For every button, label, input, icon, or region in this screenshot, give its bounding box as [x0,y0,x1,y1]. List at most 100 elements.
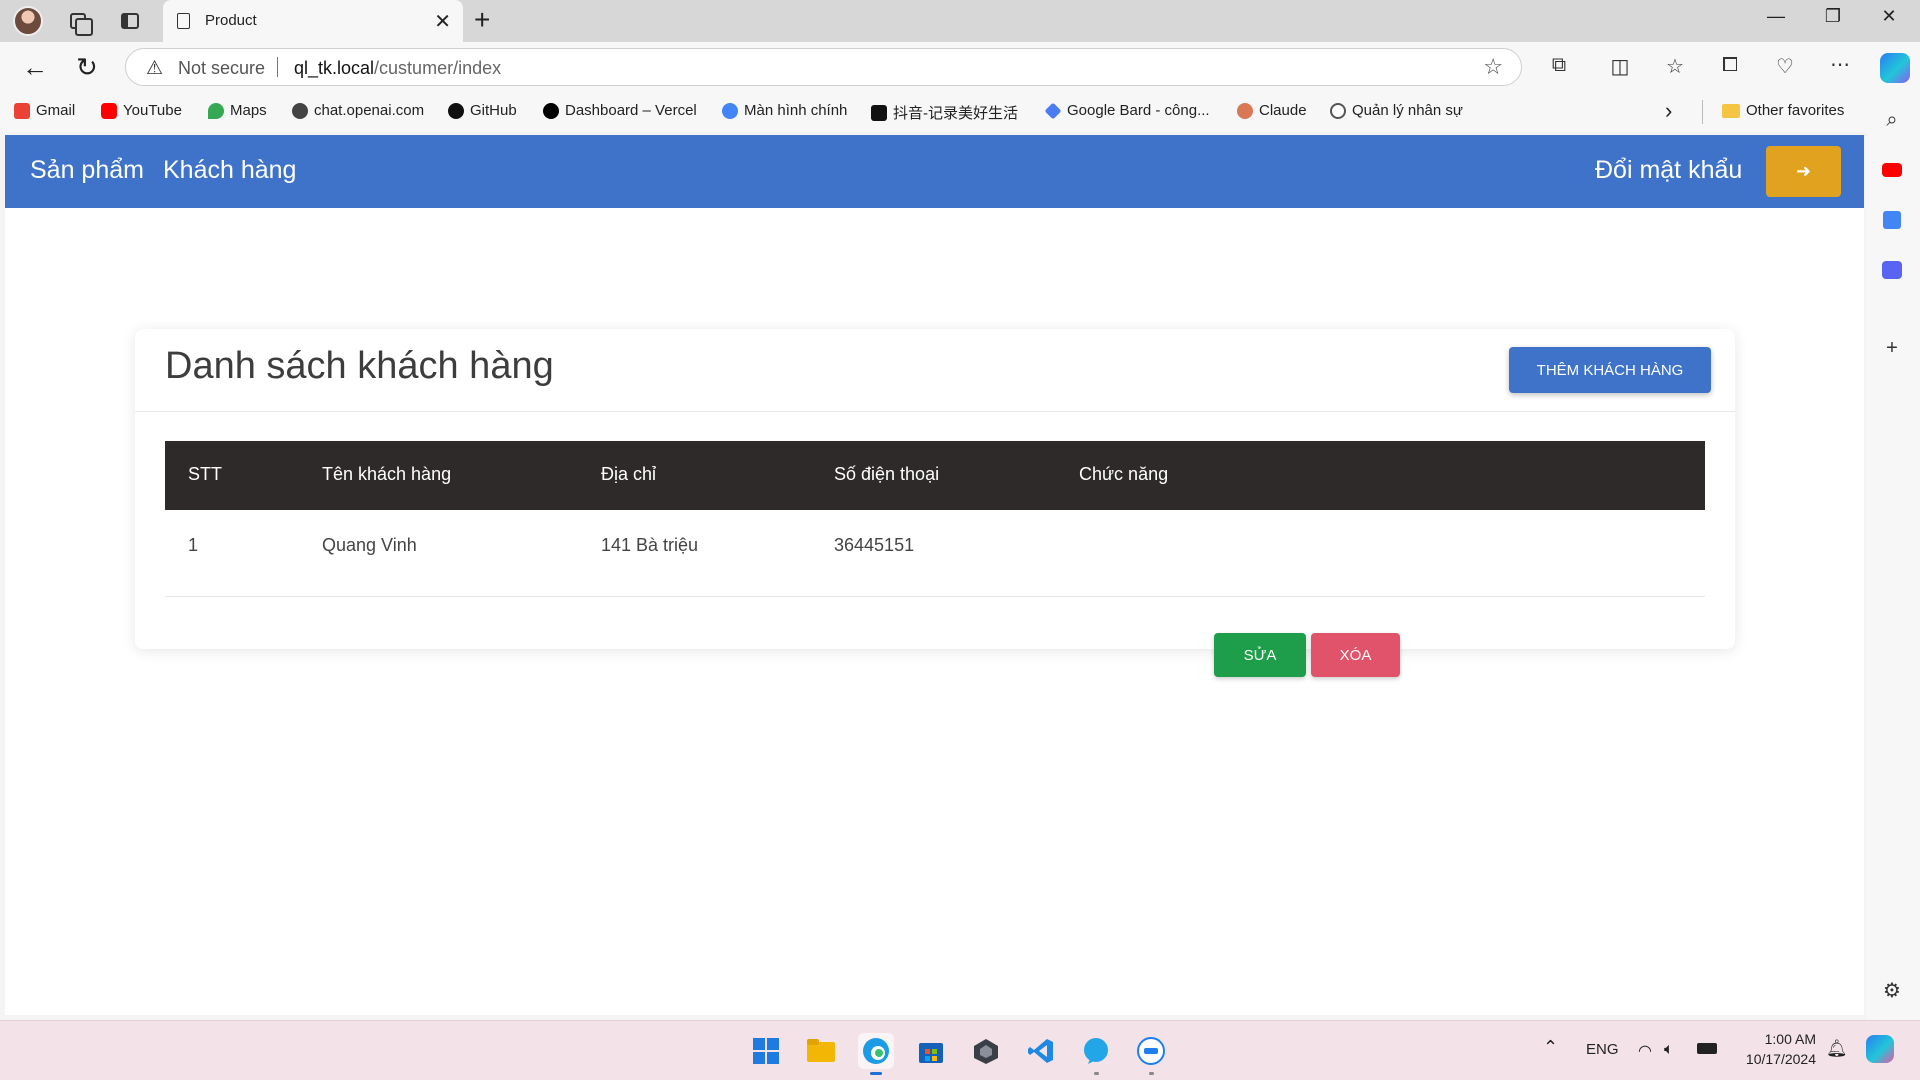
browser-essentials-icon[interactable]: ♡ [1771,54,1799,79]
bookmark-gmail[interactable]: Gmail [14,102,75,119]
youtube-sidebar-icon[interactable] [1880,158,1904,182]
cell-stt: 1 [188,535,199,555]
notification-bell-icon[interactable]: 🔔︎ [1826,1039,1848,1059]
bookmark-github[interactable]: GitHub [448,102,517,119]
file-explorer-icon[interactable] [803,1033,839,1069]
folder-icon [1722,103,1740,118]
tiktok-icon [871,104,887,121]
tab-close-icon[interactable]: ✕ [434,9,451,34]
nav-change-password[interactable]: Đổi mật khẩu [1595,156,1742,185]
bookmark-claude[interactable]: Claude [1237,102,1307,119]
chevron-up-icon[interactable]: ⌃ [1543,1037,1558,1058]
openai-icon [292,102,308,119]
running-indicator [1094,1072,1099,1075]
edit-button[interactable]: SỬA [1214,633,1306,677]
address-bar[interactable]: ⚠ Not secure ql_tk.local/custumer/index … [125,48,1522,86]
bookmarks-bar: Gmail YouTube Maps chat.openai.com GitHu… [0,92,1920,132]
logout-icon: ➜ [1795,161,1812,181]
google-icon [722,102,738,119]
bookmark-maps[interactable]: Maps [208,102,267,119]
bookmark-google[interactable]: Màn hình chính [722,102,847,119]
zalo-icon[interactable] [1133,1033,1169,1075]
cell-address: 141 Bà triệu [601,535,699,555]
cell-phone: 36445151 [834,535,915,555]
logout-button[interactable]: ➜ [1766,146,1841,197]
maps-icon [208,102,224,119]
volume-icon[interactable]: 🔈︎ [1664,1041,1674,1059]
collections-icon[interactable]: ⧠ [1716,54,1744,77]
bookmark-hr-app[interactable]: Quản lý nhân sự [1330,102,1463,119]
search-icon[interactable]: ⌕ [1880,108,1904,132]
discord-icon[interactable] [1880,258,1904,282]
split-screen-icon[interactable]: ◫ [1606,54,1634,79]
vscode-icon[interactable] [1023,1033,1059,1069]
delete-button[interactable]: XÓA [1311,633,1400,677]
close-window-button[interactable]: ✕ [1866,6,1912,27]
table-row: 1 Quang Vinh 141 Bà triệu 36445151 [165,510,1705,597]
edge-sidebar: ⌕ + ⚙ [1866,92,1920,1020]
translate-icon[interactable] [1880,208,1904,232]
chevron-right-icon[interactable]: › [1665,98,1672,124]
tab-product[interactable]: Product ✕ [163,0,463,42]
column-header-address: Địa chỉ [601,464,657,484]
add-favorite-star-icon[interactable]: ☆ [1483,54,1503,80]
minimize-button[interactable]: — [1753,6,1799,27]
messenger-app-icon[interactable] [1078,1033,1114,1075]
start-windows-icon[interactable] [748,1033,784,1069]
running-indicator [1149,1072,1154,1075]
clock-time: 1:00 AM [1764,1031,1816,1047]
bookmark-douyin[interactable]: 抖音-记录美好生活 [871,102,1018,123]
add-sidebar-app-icon[interactable]: + [1880,336,1904,360]
page-title: Danh sách khách hàng [165,345,554,387]
battery-icon[interactable] [1697,1043,1717,1054]
bookmark-youtube[interactable]: YouTube [101,102,182,119]
card-divider [135,411,1735,412]
app-navbar: Sản phẩm Khách hàng Đổi mật khẩu ➜ [5,135,1864,208]
hr-app-icon [1330,102,1346,119]
more-menu-icon[interactable]: ⋯ [1826,52,1854,77]
bookmark-vercel[interactable]: Dashboard – Vercel [543,102,697,119]
warning-icon[interactable]: ⚠ [146,57,163,80]
back-arrow-icon[interactable]: ← [22,52,48,83]
nav-customers[interactable]: Khách hàng [163,156,296,185]
column-header-stt: STT [188,464,222,484]
claude-icon [1237,102,1253,119]
bard-icon [1044,102,1062,119]
favorites-icon[interactable]: ☆ [1661,54,1689,79]
avatar [13,6,43,36]
bookmark-openai[interactable]: chat.openai.com [292,102,424,119]
vertical-tabs-icon[interactable] [114,6,146,36]
copilot-taskbar-icon[interactable] [1866,1035,1894,1063]
gmail-icon [14,102,30,119]
extensions-icon[interactable]: ⧉ [1545,54,1573,77]
security-label[interactable]: Not secure [178,58,265,79]
youtube-icon [101,102,117,119]
new-tab-button[interactable]: + [474,4,490,36]
page-viewport: Sản phẩm Khách hàng Đổi mật khẩu ➜ Danh … [5,135,1864,1015]
unity-hub-icon[interactable] [968,1033,1004,1069]
clock-date: 10/17/2024 [1745,1051,1816,1067]
edge-browser-icon[interactable] [858,1033,894,1075]
wifi-icon[interactable]: ◠ [1638,1041,1652,1061]
copilot-icon[interactable] [1880,53,1910,83]
customer-list-card: Danh sách khách hàng THÊM KHÁCH HÀNG STT… [135,329,1735,677]
page-icon [177,13,190,29]
url-text[interactable]: ql_tk.local/custumer/index [294,58,501,79]
column-header-name: Tên khách hàng [322,464,452,484]
bookmarks-divider [1702,100,1703,124]
add-customer-button[interactable]: THÊM KHÁCH HÀNG [1509,347,1711,393]
profile-avatar[interactable] [12,6,44,36]
other-favorites-folder[interactable]: Other favorites [1722,102,1844,119]
bookmark-bard[interactable]: Google Bard - công... [1044,102,1210,119]
workspaces-icon[interactable] [62,6,94,36]
tab-title: Product [205,12,257,29]
restore-button[interactable]: ❐ [1810,6,1856,27]
nav-products[interactable]: Sản phẩm [30,156,144,185]
vercel-icon [543,102,559,119]
address-divider [277,57,278,77]
system-clock[interactable]: 1:00 AM 10/17/2024 [1730,1029,1816,1069]
microsoft-store-icon[interactable] [913,1033,949,1069]
language-indicator[interactable]: ENG [1586,1041,1619,1058]
refresh-icon[interactable]: ↻ [76,52,98,83]
settings-gear-icon[interactable]: ⚙ [1880,978,1904,1002]
